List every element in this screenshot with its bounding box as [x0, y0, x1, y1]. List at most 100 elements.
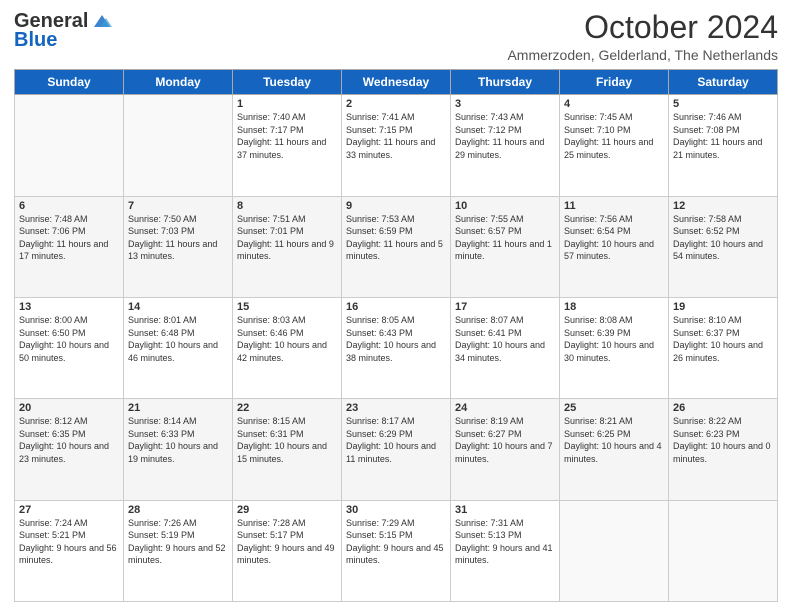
calendar-cell: 22Sunrise: 8:15 AMSunset: 6:31 PMDayligh… [233, 399, 342, 500]
day-header-wednesday: Wednesday [342, 70, 451, 95]
calendar-cell [124, 95, 233, 196]
cell-info-line: Sunset: 5:15 PM [346, 529, 446, 542]
cell-info-line: Sunrise: 7:56 AM [564, 213, 664, 226]
page-header: General Blue October 2024 Ammerzoden, Ge… [14, 10, 778, 63]
cell-info-line: Daylight: 11 hours and 37 minutes. [237, 136, 337, 161]
cell-info-line: Daylight: 10 hours and 11 minutes. [346, 440, 446, 465]
cell-info-line: Sunrise: 7:41 AM [346, 111, 446, 124]
cell-info-line: Sunset: 6:57 PM [455, 225, 555, 238]
cell-info-line: Daylight: 9 hours and 52 minutes. [128, 542, 228, 567]
calendar-cell: 16Sunrise: 8:05 AMSunset: 6:43 PMDayligh… [342, 297, 451, 398]
calendar-cell [560, 500, 669, 601]
calendar-cell: 1Sunrise: 7:40 AMSunset: 7:17 PMDaylight… [233, 95, 342, 196]
cell-info-line: Sunset: 5:21 PM [19, 529, 119, 542]
day-number: 12 [673, 200, 773, 212]
cell-info-line: Daylight: 10 hours and 46 minutes. [128, 339, 228, 364]
cell-info-line: Daylight: 10 hours and 34 minutes. [455, 339, 555, 364]
cell-info-line: Sunset: 7:12 PM [455, 124, 555, 137]
calendar-cell: 10Sunrise: 7:55 AMSunset: 6:57 PMDayligh… [451, 196, 560, 297]
day-header-sunday: Sunday [15, 70, 124, 95]
cell-info-line: Sunset: 6:43 PM [346, 327, 446, 340]
cell-info-line: Sunrise: 8:05 AM [346, 314, 446, 327]
cell-info-line: Sunrise: 8:12 AM [19, 415, 119, 428]
cell-info-line: Sunset: 6:27 PM [455, 428, 555, 441]
day-number: 21 [128, 402, 228, 414]
cell-info-line: Sunrise: 8:03 AM [237, 314, 337, 327]
cell-info-line: Daylight: 9 hours and 41 minutes. [455, 542, 555, 567]
day-number: 4 [564, 98, 664, 110]
day-number: 2 [346, 98, 446, 110]
cell-info-line: Daylight: 11 hours and 29 minutes. [455, 136, 555, 161]
cell-info-line: Sunrise: 7:28 AM [237, 517, 337, 530]
cell-info-line: Daylight: 10 hours and 15 minutes. [237, 440, 337, 465]
calendar-week-3: 13Sunrise: 8:00 AMSunset: 6:50 PMDayligh… [15, 297, 778, 398]
cell-info-line: Sunset: 6:41 PM [455, 327, 555, 340]
cell-info-line: Daylight: 9 hours and 56 minutes. [19, 542, 119, 567]
cell-info-line: Sunset: 7:08 PM [673, 124, 773, 137]
day-header-tuesday: Tuesday [233, 70, 342, 95]
cell-info-line: Daylight: 10 hours and 0 minutes. [673, 440, 773, 465]
day-number: 29 [237, 504, 337, 516]
cell-info-line: Sunset: 6:48 PM [128, 327, 228, 340]
cell-info-line: Sunset: 7:01 PM [237, 225, 337, 238]
cell-info-line: Sunrise: 8:00 AM [19, 314, 119, 327]
day-number: 23 [346, 402, 446, 414]
calendar-cell: 5Sunrise: 7:46 AMSunset: 7:08 PMDaylight… [669, 95, 778, 196]
cell-info-line: Sunset: 7:06 PM [19, 225, 119, 238]
cell-info-line: Sunset: 6:35 PM [19, 428, 119, 441]
cell-info-line: Sunrise: 7:55 AM [455, 213, 555, 226]
calendar-cell: 9Sunrise: 7:53 AMSunset: 6:59 PMDaylight… [342, 196, 451, 297]
cell-info-line: Daylight: 11 hours and 17 minutes. [19, 238, 119, 263]
calendar-cell: 17Sunrise: 8:07 AMSunset: 6:41 PMDayligh… [451, 297, 560, 398]
day-number: 10 [455, 200, 555, 212]
cell-info-line: Sunrise: 7:50 AM [128, 213, 228, 226]
calendar-header-row: SundayMondayTuesdayWednesdayThursdayFrid… [15, 70, 778, 95]
cell-info-line: Sunset: 7:17 PM [237, 124, 337, 137]
cell-info-line: Daylight: 10 hours and 42 minutes. [237, 339, 337, 364]
day-number: 22 [237, 402, 337, 414]
day-number: 6 [19, 200, 119, 212]
cell-info-line: Sunset: 6:33 PM [128, 428, 228, 441]
calendar-cell: 14Sunrise: 8:01 AMSunset: 6:48 PMDayligh… [124, 297, 233, 398]
day-number: 3 [455, 98, 555, 110]
cell-info-line: Sunrise: 7:48 AM [19, 213, 119, 226]
location-subtitle: Ammerzoden, Gelderland, The Netherlands [507, 47, 778, 63]
day-header-monday: Monday [124, 70, 233, 95]
cell-info-line: Sunrise: 8:08 AM [564, 314, 664, 327]
cell-info-line: Sunset: 6:37 PM [673, 327, 773, 340]
day-header-thursday: Thursday [451, 70, 560, 95]
cell-info-line: Daylight: 11 hours and 1 minute. [455, 238, 555, 263]
calendar-cell: 25Sunrise: 8:21 AMSunset: 6:25 PMDayligh… [560, 399, 669, 500]
calendar-cell: 2Sunrise: 7:41 AMSunset: 7:15 PMDaylight… [342, 95, 451, 196]
cell-info-line: Daylight: 10 hours and 23 minutes. [19, 440, 119, 465]
calendar-cell [669, 500, 778, 601]
cell-info-line: Sunset: 6:59 PM [346, 225, 446, 238]
cell-info-line: Sunset: 6:46 PM [237, 327, 337, 340]
day-number: 25 [564, 402, 664, 414]
cell-info-line: Sunrise: 8:07 AM [455, 314, 555, 327]
calendar-cell: 30Sunrise: 7:29 AMSunset: 5:15 PMDayligh… [342, 500, 451, 601]
day-number: 13 [19, 301, 119, 313]
logo-text-blue: Blue [14, 29, 57, 52]
cell-info-line: Sunrise: 8:19 AM [455, 415, 555, 428]
cell-info-line: Sunrise: 8:14 AM [128, 415, 228, 428]
calendar-cell: 19Sunrise: 8:10 AMSunset: 6:37 PMDayligh… [669, 297, 778, 398]
cell-info-line: Sunrise: 8:15 AM [237, 415, 337, 428]
calendar-table: SundayMondayTuesdayWednesdayThursdayFrid… [14, 69, 778, 602]
cell-info-line: Sunrise: 7:26 AM [128, 517, 228, 530]
calendar-week-5: 27Sunrise: 7:24 AMSunset: 5:21 PMDayligh… [15, 500, 778, 601]
cell-info-line: Daylight: 11 hours and 9 minutes. [237, 238, 337, 263]
cell-info-line: Sunset: 6:52 PM [673, 225, 773, 238]
calendar-cell: 7Sunrise: 7:50 AMSunset: 7:03 PMDaylight… [124, 196, 233, 297]
logo-icon [90, 13, 112, 31]
calendar-cell: 12Sunrise: 7:58 AMSunset: 6:52 PMDayligh… [669, 196, 778, 297]
cell-info-line: Daylight: 10 hours and 30 minutes. [564, 339, 664, 364]
cell-info-line: Sunrise: 7:43 AM [455, 111, 555, 124]
calendar-cell: 3Sunrise: 7:43 AMSunset: 7:12 PMDaylight… [451, 95, 560, 196]
day-number: 5 [673, 98, 773, 110]
calendar-cell: 8Sunrise: 7:51 AMSunset: 7:01 PMDaylight… [233, 196, 342, 297]
cell-info-line: Daylight: 10 hours and 57 minutes. [564, 238, 664, 263]
day-number: 11 [564, 200, 664, 212]
calendar-cell: 18Sunrise: 8:08 AMSunset: 6:39 PMDayligh… [560, 297, 669, 398]
calendar-cell: 20Sunrise: 8:12 AMSunset: 6:35 PMDayligh… [15, 399, 124, 500]
